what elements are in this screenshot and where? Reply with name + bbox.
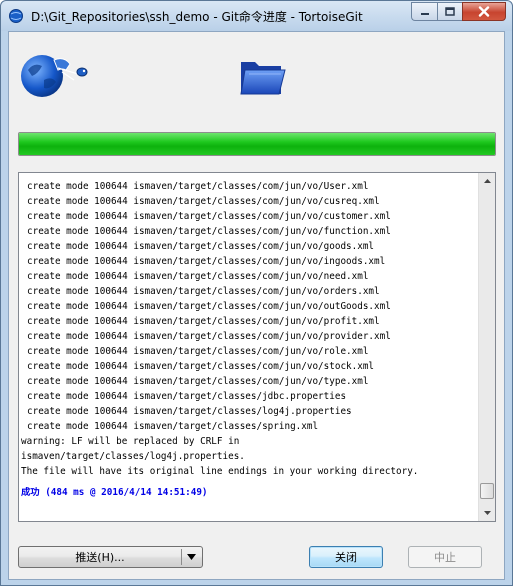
log-line: create mode 100644 ismaven/target/classe… (27, 421, 319, 432)
log-line: create mode 100644 ismaven/target/classe… (27, 331, 391, 342)
progress-bar-fill (19, 133, 495, 155)
log-line: warning: LF will be replaced by CRLF in (21, 436, 240, 447)
push-button-label: 推送(H)... (75, 551, 125, 564)
scrollbar-thumb[interactable] (480, 483, 494, 499)
vertical-scrollbar[interactable] (478, 173, 495, 521)
log-line: create mode 100644 ismaven/target/classe… (27, 376, 369, 387)
close-window-button[interactable] (462, 2, 506, 21)
log-line: create mode 100644 ismaven/target/classe… (27, 286, 380, 297)
log-line: create mode 100644 ismaven/target/classe… (27, 301, 391, 312)
log-line: create mode 100644 ismaven/target/classe… (27, 346, 369, 357)
title-bar[interactable]: D:\Git_Repositories\ssh_demo - Git命令进度 -… (1, 1, 512, 31)
log-line: create mode 100644 ismaven/target/classe… (27, 361, 375, 372)
success-message: 成功 (484 ms @ 2016/4/14 14:51:49) (21, 487, 208, 498)
minimize-icon (420, 12, 429, 15)
log-line: create mode 100644 ismaven/target/classe… (27, 316, 380, 327)
tortoisegit-globe-logo (21, 55, 88, 97)
log-line: create mode 100644 ismaven/target/classe… (27, 196, 380, 207)
maximize-icon (445, 7, 455, 16)
log-output-box[interactable]: create mode 100644 ismaven/target/classe… (18, 172, 496, 522)
log-line: create mode 100644 ismaven/target/classe… (27, 271, 369, 282)
close-button[interactable]: 关闭 (309, 546, 383, 568)
close-icon (478, 6, 490, 17)
scroll-down-button[interactable] (479, 505, 495, 521)
log-line: create mode 100644 ismaven/target/classe… (27, 226, 391, 237)
log-line: ismaven/target/classes/log4j.properties. (21, 451, 245, 462)
push-button[interactable]: 推送(H)... (18, 546, 203, 568)
close-button-label: 关闭 (335, 551, 357, 564)
log-line: create mode 100644 ismaven/target/classe… (27, 406, 352, 417)
log-line: create mode 100644 ismaven/target/classe… (27, 241, 375, 252)
log-line: create mode 100644 ismaven/target/classe… (27, 391, 347, 402)
chevron-up-icon (483, 179, 491, 183)
log-line: create mode 100644 ismaven/target/classe… (27, 211, 391, 222)
chevron-down-icon[interactable] (187, 554, 196, 560)
dialog-client-area: create mode 100644 ismaven/target/classe… (8, 31, 505, 580)
folder-icon (240, 62, 286, 95)
window-title: D:\Git_Repositories\ssh_demo - Git命令进度 -… (31, 10, 363, 24)
progress-bar (18, 132, 496, 156)
log-line: The file will have its original line end… (21, 466, 419, 477)
abort-button-label: 中止 (434, 551, 456, 564)
minimize-button[interactable] (411, 2, 437, 21)
window-controls (411, 2, 506, 21)
log-lines: create mode 100644 ismaven/target/classe… (21, 179, 476, 500)
tortoisegit-progress-window: D:\Git_Repositories\ssh_demo - Git命令进度 -… (0, 0, 513, 586)
maximize-button[interactable] (437, 2, 462, 21)
abort-button: 中止 (408, 546, 482, 568)
log-line: create mode 100644 ismaven/target/classe… (27, 256, 386, 267)
tortoisegit-icon (9, 9, 23, 23)
log-line: create mode 100644 ismaven/target/classe… (27, 181, 369, 192)
chevron-down-icon (483, 511, 491, 515)
scroll-up-button[interactable] (479, 173, 495, 189)
split-divider (181, 549, 182, 565)
